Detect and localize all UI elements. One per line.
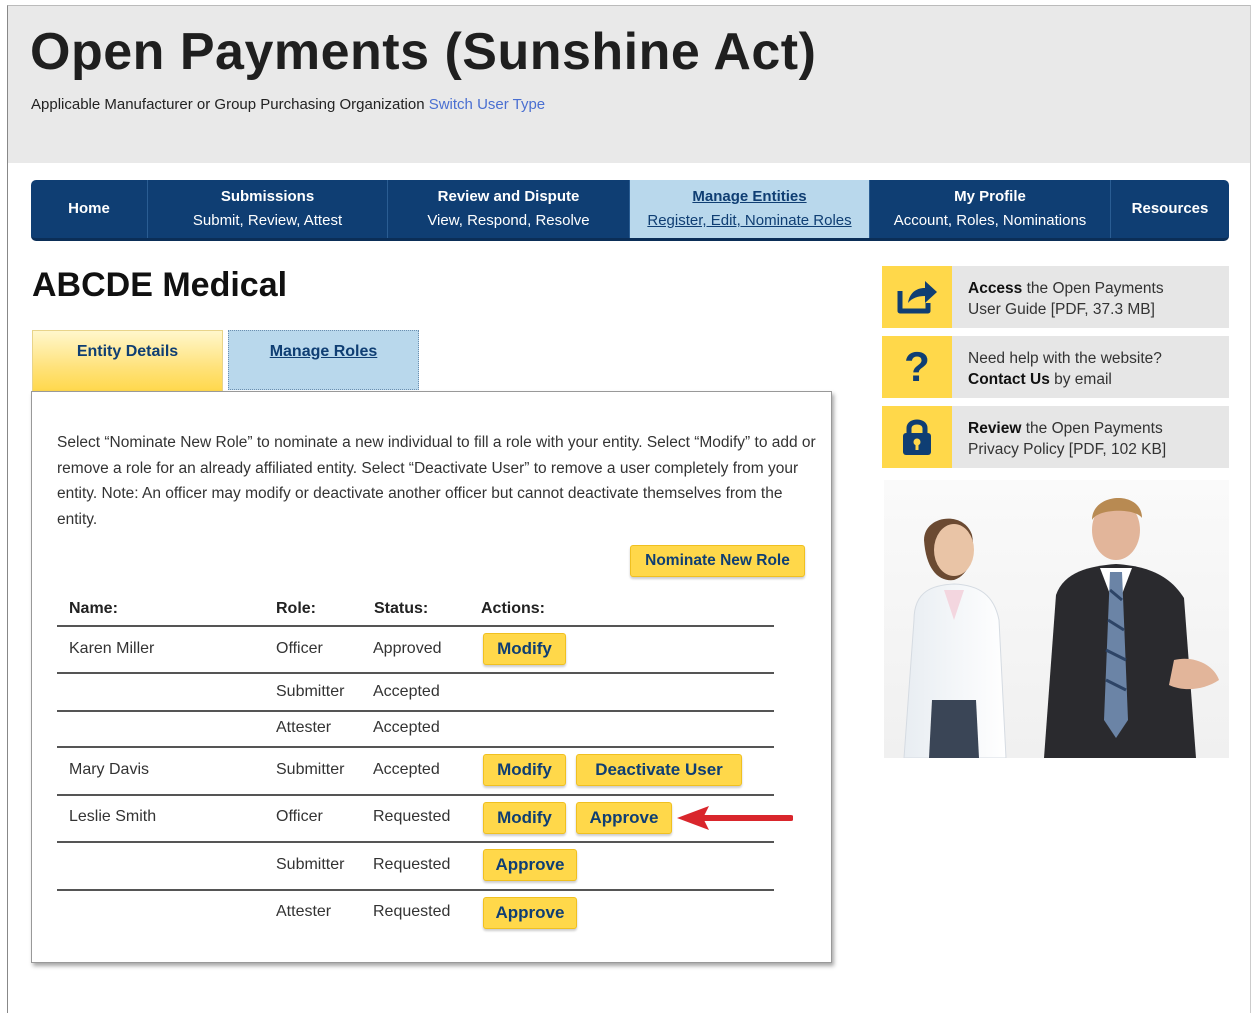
cell-role: Submitter <box>276 761 345 778</box>
question-icon: ? <box>882 336 952 398</box>
red-arrow-annotation <box>677 806 793 830</box>
user-guide-text: Access the Open Payments User Guide [PDF… <box>968 279 1164 320</box>
approve-button[interactable]: Approve <box>483 897 577 929</box>
contact-us-card[interactable]: ? Need help with the website? Contact Us… <box>882 336 1229 398</box>
nav-manage-entities[interactable]: Manage Entities Register, Edit, Nominate… <box>630 180 870 238</box>
approve-button[interactable]: Approve <box>483 849 577 881</box>
nav-manage-sub: Register, Edit, Nominate Roles <box>647 212 852 229</box>
tab-manage-roles[interactable]: Manage Roles <box>228 330 419 390</box>
privacy-policy-card[interactable]: Review the Open Payments Privacy Policy … <box>882 406 1229 468</box>
nav-home-label: Home <box>68 200 110 217</box>
instructions-text: Select “Nominate New Role” to nominate a… <box>57 434 816 528</box>
nominate-new-role-button[interactable]: Nominate New Role <box>630 545 805 577</box>
cell-status: Accepted <box>373 761 440 778</box>
table-divider <box>57 841 774 843</box>
user-guide-line2: User Guide [PDF, 37.3 MB] <box>968 300 1155 318</box>
doctor-and-businessman-photo <box>884 480 1229 759</box>
manage-roles-panel: Select “Nominate New Role” to nominate a… <box>31 391 832 963</box>
cell-name: Mary Davis <box>69 761 150 778</box>
cell-status: Approved <box>373 640 442 657</box>
cell-role: Attester <box>276 719 332 736</box>
main-navigation: Home Submissions Submit, Review, Attest … <box>31 180 1229 241</box>
tab-entity-details[interactable]: Entity Details <box>32 330 223 392</box>
nav-submissions-label: Submissions <box>220 188 315 205</box>
cell-status: Accepted <box>373 719 440 736</box>
nav-home[interactable]: Home <box>31 180 148 238</box>
cell-status: Accepted <box>373 683 440 700</box>
cell-name: Leslie Smith <box>69 808 157 825</box>
help-line2: by email <box>1049 370 1112 388</box>
approve-button[interactable]: Approve <box>576 802 672 834</box>
modify-button[interactable]: Modify <box>483 802 566 834</box>
site-title: Open Payments (Sunshine Act) <box>30 23 817 81</box>
modify-button[interactable]: Modify <box>483 633 566 665</box>
privacy-line2: Privacy Policy [PDF, 102 KB] <box>968 440 1167 458</box>
user-type-line: Applicable Manufacturer or Group Purchas… <box>31 96 545 113</box>
nav-submissions-sub: Submit, Review, Attest <box>192 212 343 229</box>
nav-review-sub: View, Respond, Resolve <box>427 212 590 229</box>
cell-role: Officer <box>276 808 323 825</box>
cell-role: Officer <box>276 640 323 657</box>
nav-review-dispute[interactable]: Review and Dispute View, Respond, Resolv… <box>388 180 630 238</box>
nav-manage-label: Manage Entities <box>692 188 807 205</box>
column-header-status: Status: <box>374 600 429 617</box>
table-divider <box>57 889 774 891</box>
user-type-label: Applicable Manufacturer or Group Purchas… <box>31 96 425 113</box>
nav-my-profile[interactable]: My Profile Account, Roles, Nominations <box>870 180 1111 238</box>
column-header-name: Name: <box>69 600 118 617</box>
column-header-actions: Actions: <box>481 600 545 617</box>
table-divider <box>57 672 774 674</box>
deactivate-user-button[interactable]: Deactivate User <box>576 754 742 786</box>
contact-us-bold: Contact Us <box>968 370 1050 388</box>
share-icon <box>882 266 952 328</box>
nav-resources[interactable]: Resources <box>1111 180 1229 238</box>
table-divider <box>57 746 774 748</box>
cell-status: Requested <box>373 808 451 825</box>
nav-review-label: Review and Dispute <box>437 188 580 205</box>
help-line1: Need help with the website? <box>968 350 1162 367</box>
cell-role: Attester <box>276 903 332 920</box>
lock-icon <box>882 406 952 468</box>
privacy-bold: Review <box>968 420 1022 437</box>
modify-button[interactable]: Modify <box>483 754 566 786</box>
privacy-policy-text: Review the Open Payments Privacy Policy … <box>968 419 1166 460</box>
column-header-role: Role: <box>276 600 316 617</box>
contact-us-text: Need help with the website? Contact Us b… <box>968 349 1162 390</box>
table-divider <box>57 794 774 796</box>
cell-status: Requested <box>373 856 451 873</box>
cell-role: Submitter <box>276 856 345 873</box>
nav-profile-sub: Account, Roles, Nominations <box>893 212 1087 229</box>
cell-role: Submitter <box>276 683 345 700</box>
cell-name: Karen Miller <box>69 640 155 657</box>
site-header: Open Payments (Sunshine Act) Applicable … <box>8 6 1250 163</box>
privacy-line1: the Open Payments <box>1021 420 1163 437</box>
switch-user-type-link[interactable]: Switch User Type <box>429 96 545 113</box>
user-guide-card[interactable]: Access the Open Payments User Guide [PDF… <box>882 266 1229 328</box>
table-divider <box>57 710 774 712</box>
entity-name: ABCDE Medical <box>32 266 288 304</box>
user-guide-line1: the Open Payments <box>1022 280 1164 297</box>
table-divider <box>57 625 774 627</box>
cell-status: Requested <box>373 903 451 920</box>
nav-resources-label: Resources <box>1131 200 1209 217</box>
nav-submissions[interactable]: Submissions Submit, Review, Attest <box>148 180 388 238</box>
user-guide-bold: Access <box>968 280 1023 297</box>
nav-profile-label: My Profile <box>954 188 1026 205</box>
